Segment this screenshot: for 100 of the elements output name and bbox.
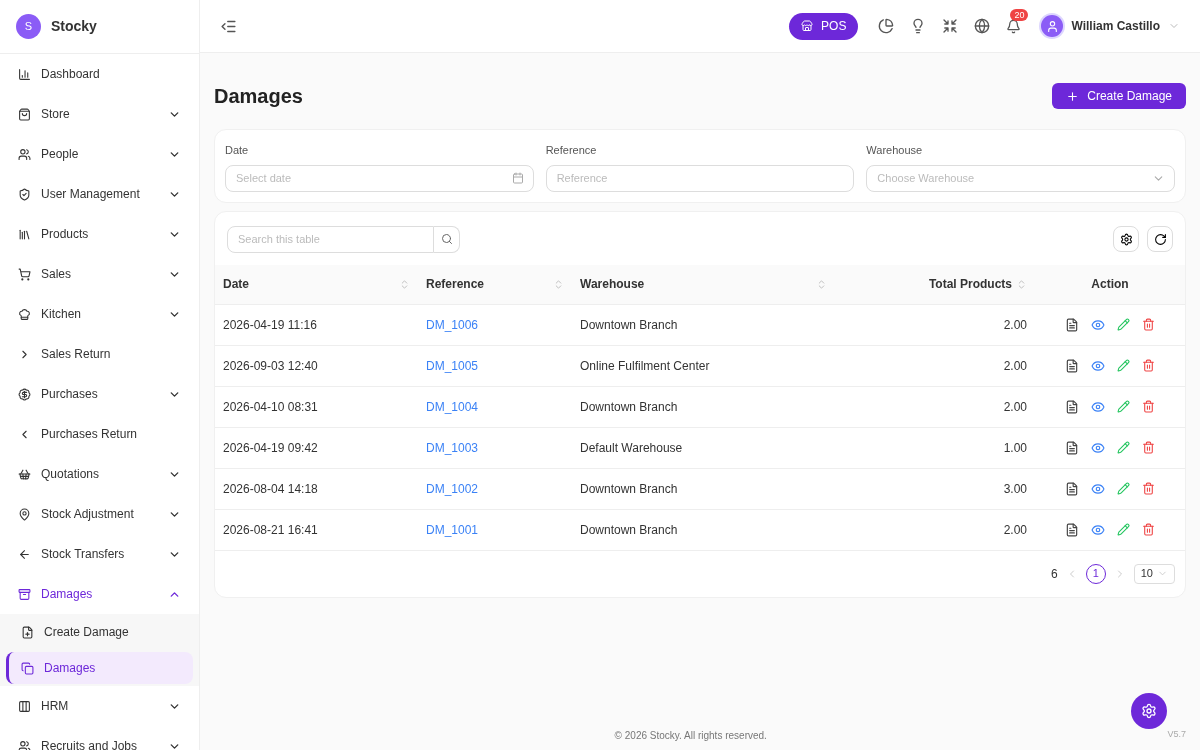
column-header[interactable]: Reference — [426, 275, 485, 293]
field-label: Warehouse — [866, 143, 924, 158]
table-cell-text: 2.00 — [1003, 398, 1027, 416]
sidebar-item[interactable]: Stock Transfers — [0, 534, 199, 574]
reference-link[interactable]: DM_1005 — [426, 358, 479, 373]
column-header[interactable]: Action — [1091, 275, 1129, 293]
notification-icon[interactable] — [1006, 18, 1022, 34]
per-page-select[interactable]: 10 — [1133, 563, 1175, 584]
sidebar-item[interactable]: Purchases — [0, 374, 199, 414]
settings-button[interactable] — [1113, 226, 1139, 252]
search-field[interactable]: Search this table — [227, 225, 434, 253]
refresh-button[interactable] — [1147, 226, 1173, 252]
sidebar-item[interactable]: Kitchen — [0, 294, 199, 334]
sidebar-item[interactable]: Products — [0, 214, 199, 254]
edit-icon[interactable] — [1117, 482, 1130, 495]
reference-link[interactable]: DM_1006 — [426, 317, 479, 332]
table-cell: Default Warehouse — [580, 440, 683, 455]
delete-icon[interactable] — [1142, 318, 1155, 331]
view-icon[interactable] — [1091, 481, 1105, 496]
view-icon[interactable] — [1091, 317, 1105, 332]
document-icon — [21, 661, 34, 675]
sidebar-item[interactable]: Stock Adjustment — [0, 494, 199, 534]
globe-icon[interactable] — [974, 18, 991, 34]
user-name[interactable]: William Castillo — [1071, 17, 1160, 35]
sidebar-item[interactable]: Sales Return — [0, 334, 199, 374]
view-icon[interactable] — [1091, 399, 1105, 414]
reference-link[interactable]: DM_1004 — [426, 399, 479, 414]
fullscreen-icon[interactable] — [942, 18, 959, 34]
copyright-text: © 2026 Stocky. All rights reserved. — [613, 728, 768, 743]
reference-link[interactable]: DM_1002 — [426, 481, 479, 496]
delete-icon[interactable] — [1142, 400, 1155, 413]
search-icon — [440, 233, 453, 245]
calendar-icon — [511, 171, 524, 184]
pdf-icon[interactable] — [1065, 317, 1079, 332]
warehouse-select[interactable]: Choose Warehouse — [866, 164, 1175, 192]
submenu-item[interactable]: Damages — [6, 652, 193, 684]
table-cell: Downtown Branch — [580, 399, 678, 414]
submenu-item[interactable]: Create Damage — [6, 616, 193, 648]
version-label: V5.7 — [1167, 728, 1186, 742]
input-field[interactable]: Reference — [545, 164, 855, 192]
delete-icon[interactable] — [1142, 441, 1155, 454]
column-header[interactable]: Date — [223, 275, 249, 293]
create-damage-button[interactable]: Create Damage — [1052, 83, 1186, 109]
pdf-icon[interactable] — [1065, 399, 1079, 414]
logo-icon: S — [16, 14, 41, 39]
view-icon[interactable] — [1091, 358, 1105, 373]
avatar[interactable] — [1041, 15, 1064, 37]
notification-badge: 20 — [1010, 8, 1029, 21]
delete-icon[interactable] — [1142, 523, 1155, 536]
field-label: Date — [225, 143, 250, 158]
search-button[interactable] — [434, 225, 460, 253]
pdf-icon[interactable] — [1065, 522, 1079, 537]
delete-icon[interactable] — [1142, 359, 1155, 372]
sidebar-item[interactable]: Sales — [0, 254, 199, 294]
pdf-icon[interactable] — [1065, 440, 1079, 455]
store-icon — [801, 20, 814, 32]
view-icon[interactable] — [1091, 522, 1105, 537]
sidebar-item[interactable]: Store — [0, 94, 199, 134]
page-title: Damages — [214, 84, 303, 109]
table-cell: 2026-08-21 16:41 — [223, 522, 318, 537]
edit-icon[interactable] — [1117, 400, 1130, 413]
table-cell: Downtown Branch — [580, 317, 678, 332]
sidebar-item[interactable]: People — [0, 134, 199, 174]
edit-icon[interactable] — [1117, 441, 1130, 454]
table-cell: 2026-04-19 11:16 — [223, 317, 317, 332]
reference-link[interactable]: DM_1001 — [426, 522, 479, 537]
delete-icon[interactable] — [1142, 482, 1155, 495]
table-cell-text: 1.00 — [1003, 439, 1027, 457]
sidebar-item[interactable]: Recruits and Jobs — [0, 726, 199, 750]
table-cell-text: 2.00 — [1003, 521, 1027, 539]
table-cell: Downtown Branch — [580, 522, 678, 537]
edit-icon[interactable] — [1117, 523, 1130, 536]
view-icon[interactable] — [1091, 440, 1105, 455]
table-cell-text: 2.00 — [1003, 316, 1027, 334]
sidebar-item[interactable]: Purchases Return — [0, 414, 199, 454]
gear-icon — [1119, 232, 1133, 246]
table-cell-text: 3.00 — [1003, 480, 1027, 498]
input-field[interactable]: Select date — [225, 164, 534, 192]
settings-fab[interactable] — [1131, 693, 1167, 729]
pos-button[interactable]: POS — [789, 12, 859, 40]
edit-icon[interactable] — [1117, 359, 1130, 372]
sidebar-item[interactable]: HRM — [0, 686, 199, 726]
brand-name: Stocky — [51, 17, 97, 36]
pdf-icon[interactable] — [1065, 481, 1079, 496]
sidebar-item[interactable]: Quotations — [0, 454, 199, 494]
sidebar-item[interactable]: User Management — [0, 174, 199, 214]
reference-link[interactable]: DM_1003 — [426, 440, 479, 455]
edit-icon[interactable] — [1117, 318, 1130, 331]
table-cell: 2026-09-03 12:40 — [223, 358, 318, 373]
sidebar-item[interactable]: Damages — [0, 574, 199, 614]
table-cell: 2026-08-04 14:18 — [223, 481, 318, 496]
table-cell: 2026-04-10 08:31 — [223, 399, 318, 414]
pdf-icon[interactable] — [1065, 358, 1079, 373]
column-header[interactable]: Warehouse — [580, 275, 645, 293]
pie-chart-icon[interactable] — [878, 18, 895, 34]
column-header[interactable]: Total Products — [928, 275, 1012, 293]
table-cell: Online Fulfilment Center — [580, 358, 710, 373]
total-count: 6 — [1051, 565, 1058, 583]
plus-icon — [1066, 89, 1080, 103]
sidebar-item[interactable]: Dashboard — [0, 54, 199, 94]
